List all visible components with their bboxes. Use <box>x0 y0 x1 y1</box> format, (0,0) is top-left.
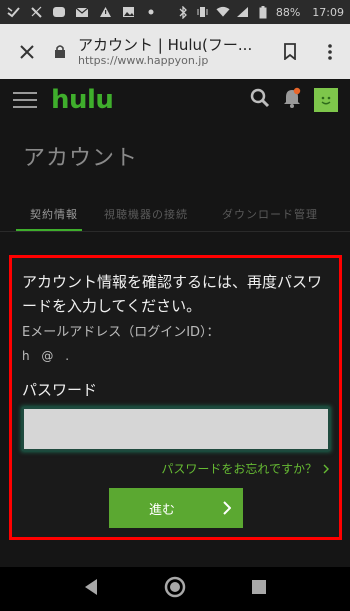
forgot-password-link[interactable]: パスワードをお忘れですか？ <box>161 460 329 477</box>
more-dot-icon <box>144 6 158 18</box>
password-confirm-panel: アカウント情報を確認するには、再度パスワードを入力してください。 Eメールアドレ… <box>9 255 342 540</box>
tab-contract-info[interactable]: 契約情報 <box>30 206 78 222</box>
close-tab-button[interactable] <box>0 24 54 79</box>
search-icon[interactable] <box>250 88 270 112</box>
cell-signal-icon <box>236 6 250 18</box>
signal-off-icon <box>29 6 43 18</box>
tabs-divider <box>0 231 350 232</box>
bookmark-button[interactable] <box>270 24 310 79</box>
email-value: h @ . <box>22 349 74 363</box>
proceed-button[interactable]: 進む <box>109 488 243 528</box>
close-icon <box>20 44 34 59</box>
email-label: Eメールアドレス（ログインID）： <box>22 325 220 340</box>
wifi-icon <box>216 6 230 18</box>
chevron-right-icon <box>323 464 329 473</box>
chevron-right-icon <box>211 501 243 515</box>
battery-icon <box>256 5 270 18</box>
recents-button[interactable] <box>251 579 267 599</box>
warning-icon <box>98 6 112 18</box>
back-button[interactable] <box>83 578 99 600</box>
image-icon <box>121 6 135 18</box>
site-header: hulu <box>0 79 350 121</box>
lock-icon <box>54 43 70 61</box>
menu-icon[interactable] <box>13 92 37 108</box>
system-nav-bar <box>0 567 350 611</box>
mail-icon <box>75 6 89 18</box>
clock: 17:09 <box>312 5 344 19</box>
password-label: パスワード <box>22 381 98 399</box>
notification-bell-icon[interactable] <box>282 87 302 113</box>
more-vert-icon <box>328 43 332 60</box>
address-bar[interactable]: アカウント | Hulu(フー... https://www.happyon.j… <box>54 36 270 68</box>
browser-toolbar: アカウント | Hulu(フー... https://www.happyon.j… <box>0 24 350 79</box>
browser-url: https://www.happyon.jp <box>78 53 209 67</box>
proceed-button-label: 進む <box>148 502 175 518</box>
tab-device-connection[interactable]: 視聴機器の接続 <box>104 206 188 222</box>
home-button[interactable] <box>164 576 186 602</box>
bluetooth-icon <box>176 5 190 19</box>
password-field[interactable] <box>22 407 330 451</box>
home-circle-icon <box>164 576 186 598</box>
vibrate-icon <box>196 6 210 18</box>
browser-page-title: アカウント | Hulu(フー... <box>78 35 253 54</box>
browser-menu-button[interactable] <box>310 24 350 79</box>
page-title: アカウント <box>23 146 139 171</box>
bookmark-icon <box>284 43 296 60</box>
status-bar: 88% 17:09 <box>0 0 350 24</box>
check-icon <box>6 6 20 18</box>
back-triangle-icon <box>84 579 97 595</box>
tab-download-management[interactable]: ダウンロード管理 <box>222 206 318 222</box>
account-tabs: 契約情報 視聴機器の接続 ダウンロード管理 <box>0 200 350 232</box>
forgot-password-label: パスワードをお忘れですか？ <box>161 462 317 476</box>
battery-percent: 88% <box>275 5 301 19</box>
recents-square-icon <box>252 580 267 594</box>
hulu-logo[interactable]: hulu <box>51 85 114 115</box>
reauth-message: アカウント情報を確認するには、再度パスワードを入力してください。 <box>22 273 323 315</box>
avatar[interactable] <box>314 88 338 112</box>
line-app-icon <box>52 6 66 18</box>
